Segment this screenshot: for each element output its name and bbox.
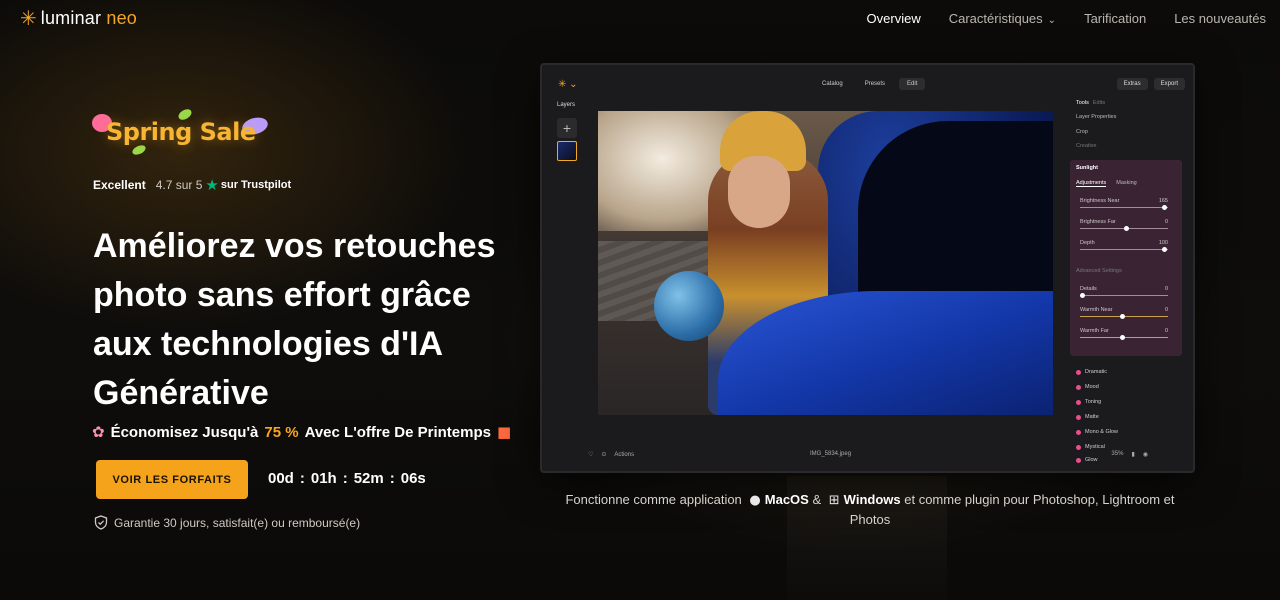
- nav-features-label: Caractéristiques: [948, 11, 1043, 26]
- tools-title: Tools: [1076, 100, 1089, 106]
- sunlight-title: Sunlight: [1076, 165, 1098, 171]
- tool-glow: Glow: [1076, 457, 1098, 463]
- windows-icon: ⊞: [828, 493, 840, 508]
- macos-label: MacOS: [764, 492, 809, 507]
- luminar-logo[interactable]: ✳ luminar neo: [20, 8, 137, 29]
- slider-warmth-near: Warmth Near 0: [1080, 307, 1168, 319]
- apple-icon: ●: [749, 493, 761, 508]
- countdown-minutes: 52m: [353, 470, 384, 487]
- offer-percent: 75 %: [264, 423, 299, 441]
- creative-heading: Creative: [1076, 143, 1097, 149]
- app-tabs: Catalog Presets Edit: [814, 78, 926, 90]
- slider-brightness-far: Brightness Far 0: [1080, 219, 1168, 231]
- spring-offer: ✿ Économisez Jusqu'à 75 % Avec L'offre D…: [92, 423, 511, 441]
- money-back-guarantee: Garantie 30 jours, satisfait(e) ou rembo…: [94, 515, 360, 530]
- slider-depth: Depth 100: [1080, 240, 1168, 252]
- app-tab-catalog: Catalog: [822, 81, 843, 87]
- app-status-bar: ♡ ⊙ Actions IMG_5834.jpeg 35% ▮ ◉: [588, 451, 1148, 465]
- trust-excellent: Excellent: [93, 178, 146, 192]
- sun-icon: ✳: [20, 7, 37, 30]
- tool-dramatic: Dramatic: [1076, 369, 1107, 375]
- edits-tab: Edits: [1092, 100, 1106, 106]
- nav-overview[interactable]: Overview: [867, 11, 921, 26]
- trustpilot-rating[interactable]: Excellent 4.7 sur 5 ★ sur Trustpilot: [93, 176, 291, 194]
- edited-photo: [598, 111, 1053, 415]
- chevron-down-icon: ⌄: [1047, 15, 1057, 26]
- file-name: IMG_5834.jpeg: [810, 451, 852, 457]
- tool-mono-glow: Mono & Glow: [1076, 429, 1118, 435]
- platform-support: Fonctionne comme application ● MacOS & ⊞ W…: [565, 492, 1175, 527]
- spring-sale-badge: Spring Sale: [92, 107, 272, 158]
- hero-headline: Améliorez vos retouches photo sans effor…: [93, 227, 496, 412]
- app-export-button: Export: [1153, 78, 1185, 90]
- slider-details: Details 0: [1080, 286, 1168, 298]
- tool-toning: Toning: [1076, 399, 1101, 405]
- advanced-settings: Advanced Settings: [1076, 268, 1122, 274]
- photo-globe: [654, 271, 724, 341]
- platform-prefix: Fonctionne comme application: [565, 492, 742, 507]
- nav-whats-new[interactable]: Les nouveautés: [1174, 11, 1266, 26]
- countdown-hours: 01h: [310, 470, 337, 487]
- nav-links: Overview Caractéristiques ⌄ Tarification …: [867, 11, 1266, 26]
- countdown-seconds: 06s: [400, 470, 426, 487]
- layer-thumbnail: [557, 141, 577, 161]
- tool-mystical: Mystical: [1076, 444, 1105, 450]
- masking-tab: Masking: [1116, 180, 1137, 186]
- countdown-days: 00d: [268, 470, 294, 487]
- app-logo-icon: ✳ ⌄: [558, 79, 578, 90]
- offer-prefix: Économisez Jusqu'à: [110, 423, 259, 441]
- top-nav: ✳ luminar neo Overview Caractéristiques ⌄…: [0, 0, 1280, 38]
- add-layer-icon: +: [557, 118, 577, 138]
- nav-pricing[interactable]: Tarification: [1084, 11, 1146, 26]
- adjustments-tab: Adjustments: [1076, 180, 1107, 187]
- layer-properties-item: Layer Properties: [1076, 114, 1117, 120]
- logo-text-luminar: luminar: [40, 8, 102, 28]
- slider-brightness-near: Brightness Near 165: [1080, 198, 1168, 210]
- crop-item: Crop: [1076, 129, 1088, 135]
- logo-text-neo: neo: [106, 8, 138, 28]
- guarantee-text: Garantie 30 jours, satisfait(e) ou rembo…: [114, 515, 361, 530]
- tool-mood: Mood: [1076, 384, 1099, 390]
- shield-check-icon: [94, 515, 108, 530]
- gift-icon: ■: [496, 423, 512, 441]
- layers-title: Layers: [557, 102, 576, 108]
- tool-matte: Matte: [1076, 414, 1099, 420]
- nav-features[interactable]: Caractéristiques ⌄: [949, 11, 1056, 26]
- sale-badge-text: Spring Sale: [106, 118, 256, 146]
- actions-menu: Actions: [614, 451, 635, 458]
- photo-face: [728, 156, 790, 228]
- photo-car-interior: [858, 121, 1053, 301]
- trustpilot-star-icon: ★: [205, 177, 219, 194]
- app-actions: Extras Export: [1116, 78, 1185, 90]
- tools-panel: Tools Edits Layer Properties Crop Creativ…: [1070, 97, 1186, 467]
- trust-source: sur Trustpilot: [220, 179, 292, 191]
- app-screenshot: ✳ ⌄ Catalog Presets Edit Extras Export L…: [540, 63, 1195, 473]
- app-tab-edit: Edit: [899, 78, 926, 90]
- offer-suffix: Avec L'offre De Printemps: [304, 423, 491, 441]
- sunlight-tool-box: Sunlight Adjustments Masking Brightness …: [1070, 160, 1182, 356]
- info-icon: ⊙: [601, 452, 607, 458]
- blossom-icon: ✿: [92, 423, 105, 441]
- countdown-timer: 00d: 01h: 52m: 06s: [268, 470, 426, 487]
- app-extras-button: Extras: [1116, 78, 1148, 90]
- windows-label: Windows: [843, 492, 901, 507]
- app-tab-presets: Presets: [864, 81, 886, 87]
- heart-icon: ♡: [588, 452, 594, 458]
- see-plans-button[interactable]: VOIR LES FORFAITS: [96, 460, 248, 499]
- slider-warmth-far: Warmth Far 0: [1080, 328, 1168, 340]
- trust-score: 4.7 sur 5: [155, 178, 203, 192]
